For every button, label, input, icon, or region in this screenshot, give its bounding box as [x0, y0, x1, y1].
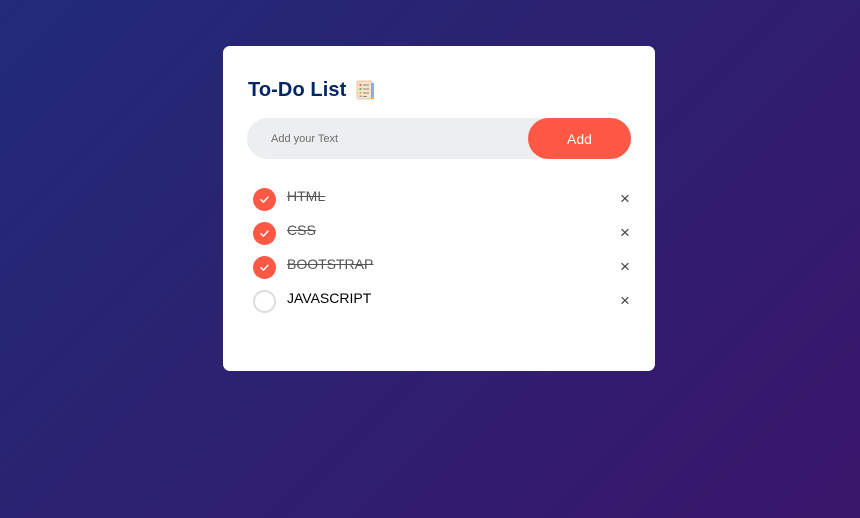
- page-title: To-Do List: [248, 78, 347, 101]
- checked-checkbox-icon[interactable]: [253, 188, 276, 211]
- checked-checkbox-icon[interactable]: [253, 256, 276, 279]
- delete-icon[interactable]: ×: [615, 189, 635, 209]
- header: To-Do List: [248, 77, 376, 103]
- checklist-notepad-icon: [354, 79, 376, 101]
- todo-list: HTML × CSS × BOOTSTRAP × JAVASCRIPT ×: [252, 186, 632, 322]
- list-item[interactable]: HTML ×: [252, 186, 632, 220]
- list-item[interactable]: CSS ×: [252, 220, 632, 254]
- todo-item-text: CSS: [287, 222, 316, 238]
- todo-card: To-Do List Add HTML: [223, 46, 655, 371]
- todo-item-text: BOOTSTRAP: [287, 256, 374, 272]
- todo-item-text: HTML: [287, 188, 326, 204]
- list-item[interactable]: JAVASCRIPT ×: [252, 288, 632, 322]
- delete-icon[interactable]: ×: [615, 291, 635, 311]
- list-item[interactable]: BOOTSTRAP ×: [252, 254, 632, 288]
- add-todo-row: Add: [247, 118, 631, 159]
- todo-input[interactable]: [271, 118, 521, 159]
- delete-icon[interactable]: ×: [615, 223, 635, 243]
- unchecked-checkbox-icon[interactable]: [253, 290, 276, 313]
- todo-item-text: JAVASCRIPT: [287, 290, 372, 306]
- checked-checkbox-icon[interactable]: [253, 222, 276, 245]
- delete-icon[interactable]: ×: [615, 257, 635, 277]
- add-button[interactable]: Add: [528, 118, 631, 159]
